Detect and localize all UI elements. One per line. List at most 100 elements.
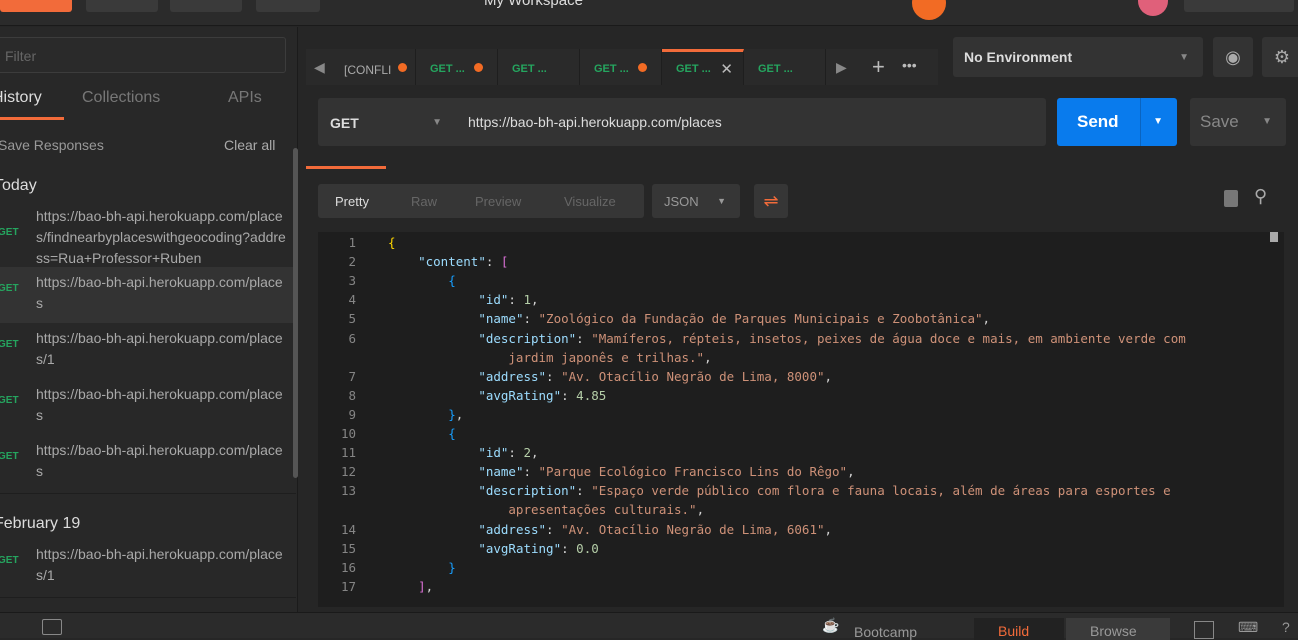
console-icon[interactable] [42,619,62,635]
tab-label: GET ... [512,63,547,75]
history-item[interactable]: GET https://bao-bh-api.herokuapp.com/plac… [0,379,296,435]
sidebar-scrollbar[interactable] [293,148,298,478]
save-options-icon[interactable]: ▼ [1262,116,1272,127]
json-key: "content" [418,254,486,270]
code-line: "description": "Mamíferos, répteis, inse… [388,329,1185,348]
eye-icon[interactable]: ◉ [1213,37,1253,77]
environment-select[interactable]: No Environment ▼ [953,37,1203,77]
sidebar: Filter History Collections APIs Save Res… [0,27,298,612]
request-tab[interactable]: [CONFLI [334,49,416,85]
browse-mode-button[interactable]: Browse [1066,618,1170,640]
json-punct: : [576,483,592,499]
code-line: "id": 1, [388,290,538,309]
format-select[interactable]: JSON ▼ [652,184,740,218]
history-item[interactable]: GET https://bao-bh-api.herokuapp.com/plac… [0,539,296,595]
json-punct: : [523,311,539,327]
keyboard-icon[interactable]: ⌨ [1238,619,1258,636]
json-key: "avgRating" [478,387,562,403]
response-view-tabs: Pretty Raw Preview Visualize [318,184,644,218]
code-line: }, [388,405,463,424]
runner-button[interactable] [170,0,242,12]
tab-apis[interactable]: APIs [228,89,262,107]
json-string: "Espaço verde público com flora e fauna … [591,483,1171,499]
request-tab[interactable]: GET ... [580,49,662,85]
tab-collections[interactable]: Collections [82,89,160,107]
view-pretty[interactable]: Pretty [335,194,369,209]
save-button[interactable]: Save ▼ [1190,98,1286,146]
close-tab-icon[interactable]: ✕ [720,60,733,78]
save-responses-toggle[interactable]: Save Responses [0,137,104,153]
editor-scrollbar[interactable] [1270,232,1278,242]
code-line: "description": "Espaço verde público com… [388,481,1171,500]
json-key: "description" [478,483,577,499]
url-input[interactable]: https://bao-bh-api.herokuapp.com/places [458,98,1046,146]
json-punct: [ [500,254,509,270]
line-number: 6 [348,330,356,346]
method-select[interactable]: GET ▼ [318,98,458,146]
divider [0,493,296,494]
line-number: 12 [340,464,356,480]
json-punct: } [448,406,456,422]
history-item[interactable]: GET https://bao-bh-api.herokuapp.com/plac… [0,201,296,267]
build-mode-button[interactable]: Build [974,618,1064,640]
view-raw[interactable]: Raw [411,194,437,209]
import-button[interactable] [86,0,158,12]
upgrade-button[interactable] [1184,0,1294,12]
new-tab-icon[interactable]: + [872,54,885,80]
code-line: apresentações culturais.", [388,500,704,519]
line-number: 2 [348,254,356,270]
json-key: "address" [478,368,547,384]
unsaved-dot-icon [474,63,483,72]
json-string: "Zoológico da Fundação de Parques Munici… [538,311,983,327]
sync-icon[interactable] [912,0,946,20]
clear-all-button[interactable]: Clear all [224,137,275,153]
two-pane-icon[interactable] [1194,621,1214,639]
json-number: 1 [523,292,532,308]
history-url: https://bao-bh-api.herokuapp.com/places [36,442,283,479]
workspace-selector[interactable]: My Workspace [484,0,583,9]
send-button[interactable]: Send ▼ [1057,98,1177,146]
history-item[interactable]: GET https://bao-bh-api.herokuapp.com/plac… [0,435,296,491]
send-options-icon[interactable]: ▼ [1153,116,1163,127]
search-icon[interactable]: ⚲ [1254,186,1267,207]
view-visualize[interactable]: Visualize [564,194,616,209]
chevron-down-icon: ▼ [432,117,442,128]
new-button[interactable] [0,0,72,12]
more-tabs-icon[interactable]: ••• [902,57,917,73]
json-punct: : [485,254,501,270]
json-punct: : [508,292,524,308]
request-tab[interactable]: GET ... [498,49,580,85]
tabs-scroll-left-icon[interactable]: ◀ [314,59,325,76]
request-tab[interactable]: GET ... [416,49,498,85]
view-preview[interactable]: Preview [475,194,521,209]
avatar[interactable] [1138,0,1168,16]
filter-input[interactable]: Filter [0,37,286,73]
copy-icon[interactable] [1224,190,1238,207]
unsaved-dot-icon [398,63,407,72]
wrap-lines-icon[interactable]: ⇌ [754,184,788,218]
request-tab[interactable]: GET ... ✕ [662,49,744,85]
gear-icon[interactable]: ⚙ [1262,37,1298,77]
tab-label: GET ... [676,63,711,75]
response-tab-indicator [306,166,386,169]
tabs-scroll-right-icon[interactable]: ▶ [836,59,847,76]
json-string: "Parque Ecológico Francisco Lins do Rêgo… [538,464,848,480]
code-line: "content": [ [388,252,508,271]
active-tab-indicator [0,117,64,120]
unsaved-dot-icon [638,63,647,72]
history-item[interactable]: GET https://bao-bh-api.herokuapp.com/plac… [0,267,296,323]
tab-history[interactable]: History [0,89,42,107]
help-icon[interactable]: ? [1282,619,1290,635]
response-body[interactable]: 1{2 "content": [3 {4 "id": 1, 5 "name": "… [318,232,1284,607]
chevron-down-icon: ▼ [717,196,726,206]
line-number: 11 [340,445,356,461]
request-tab[interactable]: GET ... [744,49,826,85]
history-url: https://bao-bh-api.herokuapp.com/places [36,386,283,423]
history-item[interactable]: GET https://bao-bh-api.herokuapp.com/plac… [0,323,296,379]
line-number: 3 [348,273,356,289]
code-line: { [388,271,456,290]
new-window-button[interactable] [256,0,320,12]
code-line: { [388,424,456,443]
method-badge: GET [0,283,19,294]
method-badge: GET [0,339,19,350]
